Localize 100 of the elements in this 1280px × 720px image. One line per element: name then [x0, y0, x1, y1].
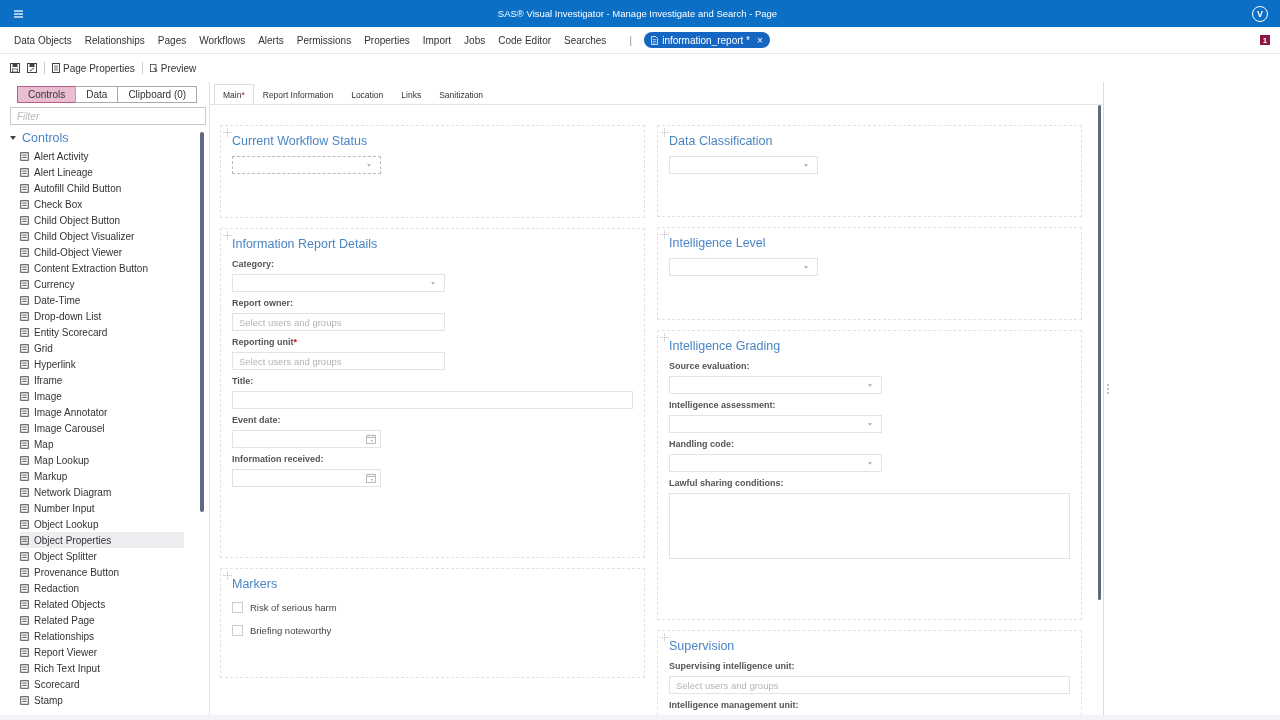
control-list-item[interactable]: Image Carousel	[20, 420, 184, 436]
control-list-item[interactable]: Object Splitter	[20, 548, 184, 564]
date-field[interactable]	[232, 430, 381, 448]
page-tab[interactable]: Links	[392, 84, 431, 104]
section-title: Intelligence Level	[669, 236, 767, 250]
panel-tab[interactable]: Clipboard (0)	[117, 86, 198, 103]
control-list-item[interactable]: Iframe	[20, 372, 184, 388]
scrollbar[interactable]	[200, 132, 204, 512]
panel-tab[interactable]: Controls	[17, 86, 77, 103]
control-list-item[interactable]: Entity Scorecard	[20, 324, 184, 340]
control-list-item[interactable]: Grid	[20, 340, 184, 356]
control-list-item[interactable]: Related Page	[20, 612, 184, 628]
text-area[interactable]	[669, 493, 1070, 559]
nav-link[interactable]: Searches	[564, 34, 607, 46]
control-list-item[interactable]: Number Input	[20, 500, 184, 516]
field-label: Reporting unit*	[232, 337, 298, 347]
control-list-item[interactable]: Related Objects	[20, 596, 184, 612]
control-list-item[interactable]: Alert Lineage	[20, 164, 184, 180]
nav-link[interactable]: Workflows	[199, 34, 246, 46]
control-list-item[interactable]: Content Extraction Button	[20, 260, 184, 276]
dropdown-field[interactable]	[669, 415, 882, 433]
control-list-item[interactable]: Object Lookup	[20, 516, 184, 532]
user-picker-field[interactable]: Select users and groups	[232, 352, 445, 370]
move-handle-icon[interactable]	[660, 633, 669, 642]
nav-link[interactable]: Properties	[364, 34, 410, 46]
control-list-item[interactable]: Check Box	[20, 196, 184, 212]
nav-link[interactable]: Data Objects	[14, 34, 72, 46]
control-list-item[interactable]: Map	[20, 436, 184, 452]
page-tab[interactable]: Location	[342, 84, 393, 104]
move-handle-icon[interactable]	[223, 571, 232, 580]
tree-group-label[interactable]: Controls	[22, 131, 69, 145]
toolbar-button[interactable]: Page Properties	[52, 62, 135, 74]
filter-field[interactable]: Filter	[10, 107, 206, 125]
calendar-icon[interactable]	[366, 473, 376, 483]
control-list-item[interactable]: Alert Activity	[20, 148, 184, 164]
control-list-item[interactable]: Child Object Button	[20, 212, 184, 228]
control-list-item[interactable]: Autofill Child Button	[20, 180, 184, 196]
page-tab[interactable]: Main*	[214, 84, 254, 104]
calendar-icon[interactable]	[366, 434, 376, 444]
dropdown-field[interactable]	[232, 274, 445, 292]
control-list-item[interactable]: Relationships	[20, 628, 184, 644]
control-list-item[interactable]: Rich Text Input	[20, 660, 184, 676]
control-list-item[interactable]: Scorecard	[20, 676, 184, 692]
document-icon	[651, 35, 659, 45]
control-list-item[interactable]: Network Diagram	[20, 484, 184, 500]
control-list-item[interactable]: Child-Object Viewer	[20, 244, 184, 260]
user-picker-field[interactable]: Select users and groups	[232, 313, 445, 331]
move-handle-icon[interactable]	[223, 231, 232, 240]
nav-link[interactable]: Import	[422, 34, 452, 46]
field-label: Lawful sharing conditions:	[669, 478, 785, 488]
user-picker-field[interactable]: Select users and groups	[669, 676, 1070, 694]
control-type-icon	[20, 247, 29, 257]
control-list-item[interactable]: Drop-down List	[20, 308, 184, 324]
date-field[interactable]	[232, 469, 381, 487]
control-list-item[interactable]: Date-Time	[20, 292, 184, 308]
control-list-item[interactable]: Image Annotator	[20, 404, 184, 420]
control-list-item[interactable]: Provenance Button	[20, 564, 184, 580]
control-list-item[interactable]: Image	[20, 388, 184, 404]
move-handle-icon[interactable]	[660, 333, 669, 342]
field-label: Intelligence management unit:	[669, 700, 800, 710]
scrollbar[interactable]	[1098, 105, 1101, 600]
save-as-icon[interactable]	[27, 63, 37, 73]
control-list-item[interactable]: Object Properties	[20, 532, 184, 548]
resize-handle-icon[interactable]	[1107, 383, 1109, 394]
nav-link[interactable]: Relationships	[84, 34, 145, 46]
move-handle-icon[interactable]	[660, 128, 669, 137]
dropdown-field[interactable]	[669, 258, 818, 276]
open-page-tab[interactable]: information_report * ×	[644, 32, 770, 48]
dropdown-field[interactable]	[669, 454, 882, 472]
control-list-item[interactable]: Redaction	[20, 580, 184, 596]
move-handle-icon[interactable]	[223, 128, 232, 137]
toolbar-button[interactable]: Preview	[149, 62, 197, 74]
control-list-item[interactable]: Currency	[20, 276, 184, 292]
caret-icon[interactable]	[10, 135, 16, 141]
text-field[interactable]	[232, 391, 633, 409]
control-list-item[interactable]: Child Object Visualizer	[20, 228, 184, 244]
dropdown-field[interactable]	[669, 376, 882, 394]
page-tab[interactable]: Sanitization	[430, 84, 493, 104]
move-handle-icon[interactable]	[660, 230, 669, 239]
preview-icon	[149, 63, 158, 73]
nav-link[interactable]: Permissions	[296, 34, 352, 46]
checkbox[interactable]	[232, 602, 243, 613]
save-icon[interactable]	[10, 63, 20, 73]
notification-badge[interactable]: 1	[1260, 35, 1270, 45]
panel-tab[interactable]: Data	[75, 86, 119, 103]
control-list-item[interactable]: Markup	[20, 468, 184, 484]
close-button[interactable]: ×	[757, 34, 763, 46]
nav-link[interactable]: Pages	[157, 34, 187, 46]
nav-link[interactable]: Jobs	[464, 34, 486, 46]
checkbox[interactable]	[232, 625, 243, 636]
nav-link[interactable]: Code Editor	[498, 34, 552, 46]
control-list-item[interactable]: Map Lookup	[20, 452, 184, 468]
control-list-item[interactable]: Hyperlink	[20, 356, 184, 372]
menu-icon[interactable]	[14, 9, 23, 18]
control-list-item[interactable]: Stamp	[20, 692, 184, 708]
dropdown-field[interactable]	[669, 156, 818, 174]
page-tab[interactable]: Report Information	[253, 84, 343, 104]
nav-link[interactable]: Alerts	[258, 34, 284, 46]
control-list-item[interactable]: Report Viewer	[20, 644, 184, 660]
dropdown-field[interactable]	[232, 156, 381, 174]
